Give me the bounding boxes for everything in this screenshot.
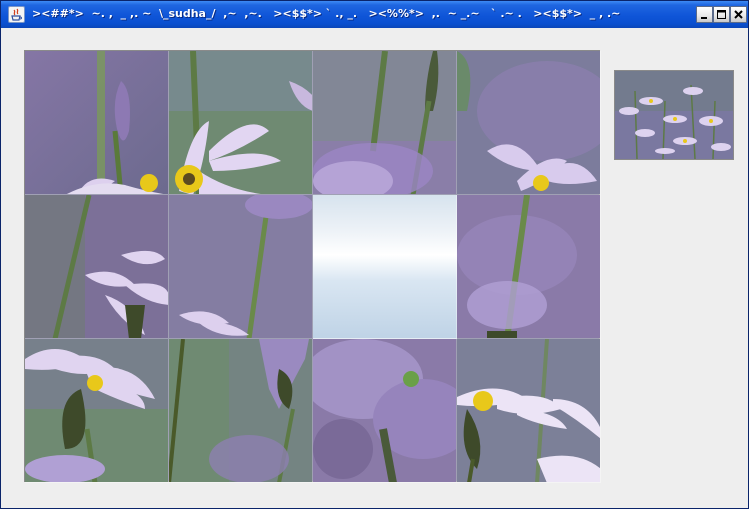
puzzle-tile[interactable] (313, 339, 457, 483)
puzzle-tile[interactable] (25, 195, 169, 339)
window-title: ><##*> ~. , _ ,. ~ \_sudha_/ ,~ ,~. ><$$… (32, 7, 621, 20)
close-icon (734, 10, 743, 19)
client-area (1, 28, 748, 508)
puzzle-tile[interactable] (25, 51, 169, 195)
puzzle-tile[interactable] (25, 339, 169, 483)
puzzle-tile[interactable] (457, 195, 601, 339)
preview-image (614, 70, 734, 160)
title-bar[interactable]: ><##*> ~. , _ ,. ~ \_sudha_/ ,~ ,~. ><$$… (1, 1, 748, 28)
puzzle-tile[interactable] (169, 51, 313, 195)
puzzle-tile[interactable] (313, 51, 457, 195)
empty-tile[interactable] (313, 195, 457, 339)
maximize-button[interactable] (713, 6, 730, 23)
puzzle-tile[interactable] (169, 339, 313, 483)
puzzle-tile[interactable] (457, 339, 601, 483)
puzzle-tile[interactable] (457, 51, 601, 195)
maximize-icon (717, 10, 726, 19)
puzzle-board (24, 50, 601, 483)
minimize-icon (701, 17, 707, 19)
java-app-icon[interactable] (8, 6, 25, 23)
app-window: ><##*> ~. , _ ,. ~ \_sudha_/ ,~ ,~. ><$$… (0, 0, 749, 509)
close-button[interactable] (730, 6, 747, 23)
puzzle-tile[interactable] (169, 195, 313, 339)
minimize-button[interactable] (696, 6, 713, 23)
